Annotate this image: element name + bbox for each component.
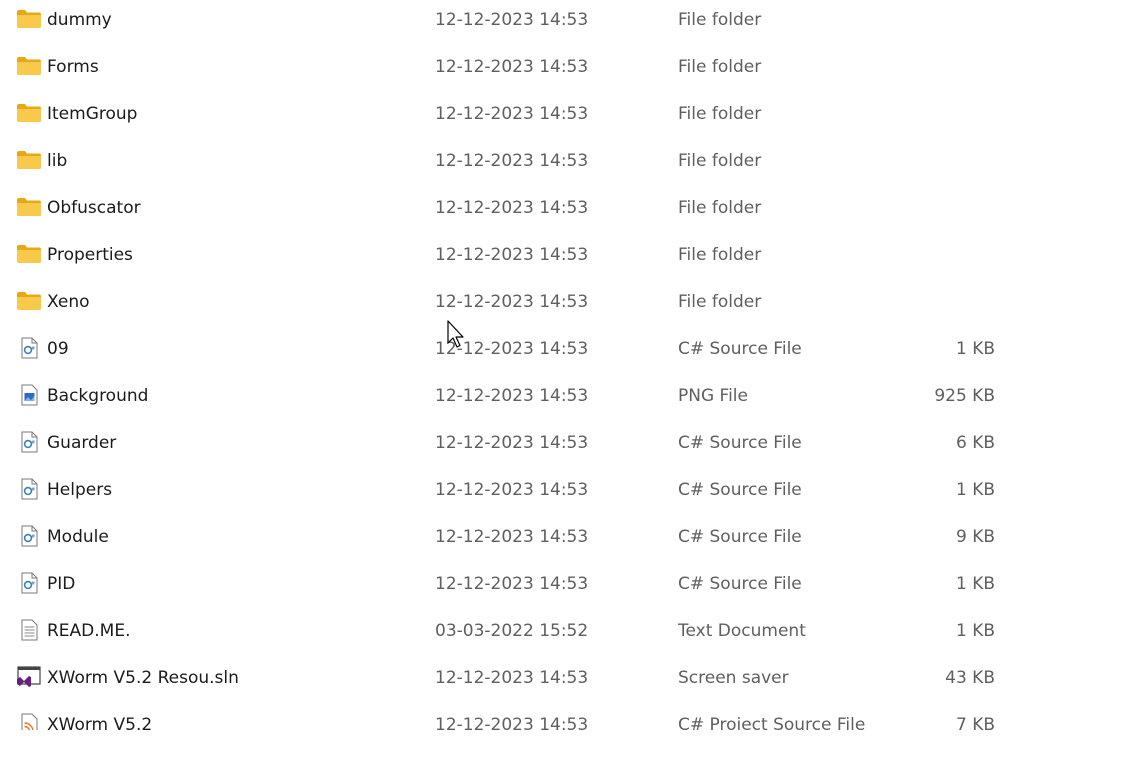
file-name: Obfuscator	[47, 198, 141, 218]
file-date-modified: 12-12-2023 14:53	[435, 386, 589, 406]
svg-text:#: #	[31, 487, 35, 493]
text-file-icon	[16, 619, 42, 641]
svg-text:#: #	[31, 440, 35, 446]
svg-text:#: #	[31, 346, 35, 352]
file-date-modified: 12-12-2023 14:53	[435, 668, 589, 688]
file-name: Properties	[47, 245, 133, 265]
file-name: Background	[47, 386, 149, 406]
file-row[interactable]: READ.ME. 03-03-2022 15:52 Text Document 1 K…	[0, 615, 1143, 661]
folder-icon	[16, 196, 42, 218]
folder-icon	[16, 102, 42, 124]
file-row[interactable]: Xeno 12-12-2023 14:53 File folder	[0, 286, 1143, 332]
csharp-file-icon: #	[16, 337, 42, 359]
file-row[interactable]: XWorm V5.2 Resou.sln 12-12-2023 14:53 Scre…	[0, 662, 1143, 708]
file-size: 1 KB	[955, 621, 995, 641]
file-type: C# Source File	[678, 433, 802, 453]
file-type: PNG File	[678, 386, 748, 406]
scroll-clip	[0, 730, 1143, 760]
file-row[interactable]: dummy 12-12-2023 14:53 File folder	[0, 4, 1143, 50]
file-size: 1 KB	[955, 480, 995, 500]
file-name: Forms	[47, 57, 99, 77]
csharp-file-icon: #	[16, 478, 42, 500]
file-type: C# Source File	[678, 574, 802, 594]
file-name: 09	[47, 339, 69, 359]
file-row[interactable]: # Guarder 12-12-2023 14:53 C# Source File 6…	[0, 427, 1143, 473]
file-type: C# Source File	[678, 527, 802, 547]
file-name: PID	[47, 574, 76, 594]
file-name: Module	[47, 527, 109, 547]
csharp-file-icon: #	[16, 525, 42, 547]
file-size: 925 KB	[934, 386, 995, 406]
file-date-modified: 12-12-2023 14:53	[435, 10, 589, 30]
file-row[interactable]: ItemGroup 12-12-2023 14:53 File folder	[0, 98, 1143, 144]
file-size: 6 KB	[955, 433, 995, 453]
file-type: File folder	[678, 151, 762, 171]
file-type: C# Source File	[678, 339, 802, 359]
file-type: Text Document	[678, 621, 806, 641]
file-name: Xeno	[47, 292, 90, 312]
file-size: 1 KB	[955, 339, 995, 359]
file-date-modified: 12-12-2023 14:53	[435, 245, 589, 265]
file-type: File folder	[678, 10, 762, 30]
svg-text:#: #	[31, 534, 35, 540]
file-date-modified: 12-12-2023 14:53	[435, 574, 589, 594]
file-type: File folder	[678, 245, 762, 265]
file-date-modified: 12-12-2023 14:53	[435, 480, 589, 500]
file-row[interactable]: Background 12-12-2023 14:53 PNG File 925 KB	[0, 380, 1143, 426]
file-type: File folder	[678, 198, 762, 218]
file-row[interactable]: # Helpers 12-12-2023 14:53 C# Source File 1…	[0, 474, 1143, 520]
csharp-file-icon: #	[16, 431, 42, 453]
file-list: dummy 12-12-2023 14:53 File folder Forms 12…	[0, 0, 1143, 760]
folder-icon	[16, 290, 42, 312]
file-row[interactable]: # Module 12-12-2023 14:53 C# Source File 9 …	[0, 521, 1143, 567]
mouse-cursor-icon	[447, 320, 464, 348]
file-date-modified: 12-12-2023 14:53	[435, 527, 589, 547]
file-type: Screen saver	[678, 668, 789, 688]
file-row[interactable]: # PID 12-12-2023 14:53 C# Source File 1 KB	[0, 568, 1143, 614]
file-name: lib	[47, 151, 68, 171]
folder-icon	[16, 8, 42, 30]
file-date-modified: 12-12-2023 14:53	[435, 57, 589, 77]
file-row[interactable]: Forms 12-12-2023 14:53 File folder	[0, 51, 1143, 97]
csharp-file-icon: #	[16, 572, 42, 594]
file-date-modified: 12-12-2023 14:53	[435, 198, 589, 218]
image-file-icon	[16, 384, 42, 406]
file-row[interactable]: Obfuscator 12-12-2023 14:53 File folder	[0, 192, 1143, 238]
file-row[interactable]: lib 12-12-2023 14:53 File folder	[0, 145, 1143, 191]
file-size: 9 KB	[955, 527, 995, 547]
folder-icon	[16, 55, 42, 77]
file-size: 43 KB	[945, 668, 995, 688]
file-name: ItemGroup	[47, 104, 138, 124]
file-date-modified: 03-03-2022 15:52	[435, 621, 589, 641]
file-date-modified: 12-12-2023 14:53	[435, 104, 589, 124]
folder-icon	[16, 149, 42, 171]
file-date-modified: 12-12-2023 14:53	[435, 151, 589, 171]
file-size: 1 KB	[955, 574, 995, 594]
file-name: Guarder	[47, 433, 117, 453]
file-type: File folder	[678, 292, 762, 312]
file-row[interactable]: Properties 12-12-2023 14:53 File folder	[0, 239, 1143, 285]
file-date-modified: 12-12-2023 14:53	[435, 433, 589, 453]
svg-text:#: #	[31, 581, 35, 587]
visual-studio-solution-icon	[16, 666, 42, 688]
file-type: File folder	[678, 57, 762, 77]
folder-icon	[16, 243, 42, 265]
file-row[interactable]: # 09 12-12-2023 14:53 C# Source File 1 KB	[0, 333, 1143, 379]
file-date-modified: 12-12-2023 14:53	[435, 292, 589, 312]
file-name: Helpers	[47, 480, 113, 500]
file-type: File folder	[678, 104, 762, 124]
file-name: dummy	[47, 10, 112, 30]
file-name: XWorm V5.2 Resou.sln	[47, 668, 239, 688]
file-name: READ.ME.	[47, 621, 131, 641]
file-type: C# Source File	[678, 480, 802, 500]
